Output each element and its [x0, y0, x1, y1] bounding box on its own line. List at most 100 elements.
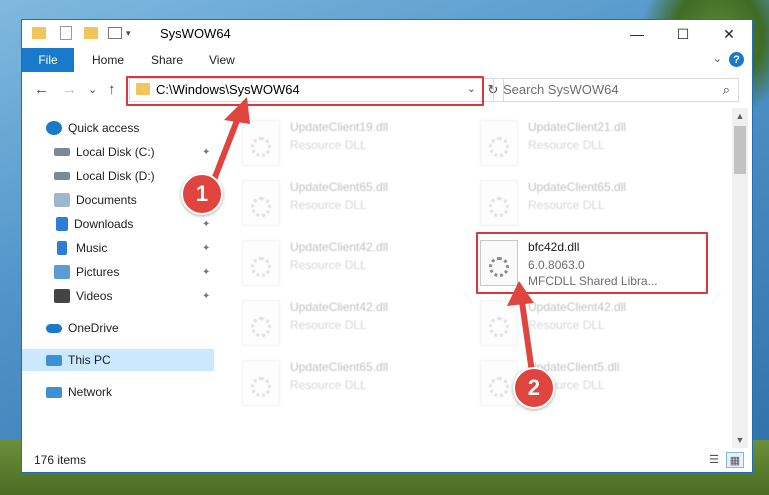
sidebar-item-documents[interactable]: Documents: [54, 189, 137, 211]
ribbon: File Home Share View ⌄ ?: [22, 48, 752, 73]
details-view-icon[interactable]: ☰: [706, 452, 722, 466]
file-name: UpdateClient21.dll: [528, 120, 627, 134]
navigation-pane: Quick access Local Disk (C:) ✦ Local Dis…: [22, 108, 214, 448]
step-2-callout: 2: [513, 367, 555, 409]
expand-ribbon-icon[interactable]: ⌄: [713, 52, 722, 65]
sidebar-item-this-pc[interactable]: This PC: [22, 349, 214, 371]
file-name: UpdateClient42.dll: [528, 300, 627, 314]
gear-icon: [489, 377, 509, 397]
file-tile[interactable]: UpdateClient65.dll Resource DLL: [242, 356, 462, 408]
gear-icon: [489, 317, 509, 337]
forward-button[interactable]: →: [62, 81, 77, 98]
gear-icon: [251, 197, 271, 217]
dll-file-icon: [480, 120, 518, 166]
pin-icon[interactable]: ✦: [202, 219, 210, 230]
close-button[interactable]: ✕: [706, 20, 752, 48]
sidebar-item-local-disk-d[interactable]: Local Disk (D:): [54, 165, 155, 187]
file-name: UpdateClient65.dll: [290, 360, 389, 374]
step-1-callout: 1: [181, 173, 223, 215]
sidebar-item-label: This PC: [68, 353, 111, 367]
file-tile[interactable]: UpdateClient21.dll Resource DLL: [480, 116, 700, 168]
sidebar-item-label: Documents: [76, 193, 137, 207]
gear-icon: [489, 197, 509, 217]
scroll-up-icon[interactable]: ▲: [732, 108, 748, 124]
sidebar-item-quick-access[interactable]: Quick access: [46, 117, 139, 139]
tab-view[interactable]: View: [209, 53, 235, 67]
gear-icon: [251, 137, 271, 157]
navigation-bar: ← → ⌄ ↑ C:\Windows\SysWOW64 ⌄ ↻ Search S…: [22, 72, 752, 108]
pin-icon[interactable]: ✦: [202, 147, 210, 158]
sidebar-item-label: Music: [76, 241, 108, 255]
scroll-down-icon[interactable]: ▼: [732, 432, 748, 448]
vertical-scrollbar[interactable]: ▲ ▼: [732, 108, 748, 448]
sidebar-item-network[interactable]: Network: [46, 381, 112, 403]
gear-icon: [251, 317, 271, 337]
sidebar-item-label: Downloads: [74, 217, 134, 231]
star-icon: [46, 121, 62, 135]
search-icon: ⌕: [722, 82, 730, 97]
sidebar-item-downloads[interactable]: Downloads: [54, 213, 133, 235]
dll-file-icon: [242, 300, 280, 346]
toolbar-dropdown-icon[interactable]: ▾: [126, 28, 131, 44]
scroll-thumb[interactable]: [734, 126, 746, 174]
file-tile[interactable]: UpdateClient42.dll Resource DLL: [480, 296, 700, 348]
customize-toolbar-icon[interactable]: [108, 27, 122, 39]
file-type: Resource DLL: [290, 258, 367, 272]
sidebar-item-pictures[interactable]: Pictures: [54, 261, 119, 283]
pin-icon[interactable]: ✦: [202, 267, 210, 278]
sidebar-item-onedrive[interactable]: OneDrive: [46, 317, 119, 339]
file-tile[interactable]: UpdateClient19.dll Resource DLL: [242, 116, 462, 168]
tab-share[interactable]: Share: [151, 53, 183, 67]
back-button[interactable]: ←: [34, 81, 49, 98]
dll-file-icon: [480, 180, 518, 226]
file-highlight-box: [476, 232, 708, 294]
search-input[interactable]: Search SysWOW64: [503, 82, 619, 97]
sidebar-item-label: Pictures: [76, 265, 120, 279]
help-icon[interactable]: ?: [729, 52, 744, 67]
dll-file-icon: [242, 120, 280, 166]
pin-icon[interactable]: ✦: [202, 291, 210, 302]
sidebar-item-music[interactable]: Music: [54, 237, 107, 259]
file-type: Resource DLL: [290, 198, 367, 212]
file-type: Resource DLL: [290, 318, 367, 332]
sidebar-item-videos[interactable]: Videos: [54, 285, 112, 307]
minimize-button[interactable]: —: [614, 20, 660, 48]
tab-file[interactable]: File: [22, 48, 74, 72]
pictures-icon: [54, 265, 70, 279]
file-type: Resource DLL: [290, 138, 367, 152]
dll-file-icon: [480, 360, 518, 406]
dll-file-icon: [242, 180, 280, 226]
status-bar: 176 items ☰ ▦: [22, 448, 752, 472]
dll-file-icon: [242, 360, 280, 406]
pin-icon[interactable]: ✦: [202, 243, 210, 254]
file-name: UpdateClient42.dll: [290, 300, 389, 314]
sidebar-item-label: Local Disk (D:): [76, 169, 155, 183]
window-title: SysWOW64: [160, 26, 231, 41]
sidebar-item-local-disk-c[interactable]: Local Disk (C:): [54, 141, 155, 163]
tiles-view-icon[interactable]: ▦: [726, 452, 744, 468]
downloads-icon: [56, 217, 68, 231]
computer-icon: [46, 354, 62, 366]
new-folder-icon[interactable]: [84, 27, 98, 39]
gear-icon: [251, 377, 271, 397]
file-tile[interactable]: UpdateClient65.dll Resource DLL: [480, 176, 700, 228]
search-box[interactable]: Search SysWOW64 ⌕: [493, 78, 739, 102]
drive-icon: [54, 172, 70, 180]
cloud-icon: [46, 323, 62, 333]
documents-icon: [54, 193, 70, 207]
dll-file-icon: [242, 240, 280, 286]
sidebar-item-label: Network: [68, 385, 113, 399]
recent-locations-button[interactable]: ⌄: [88, 83, 97, 96]
file-tile[interactable]: UpdateClient65.dll Resource DLL: [242, 176, 462, 228]
file-tile[interactable]: UpdateClient42.dll Resource DLL: [242, 296, 462, 348]
sidebar-item-label: OneDrive: [68, 321, 119, 335]
file-name: UpdateClient65.dll: [528, 180, 627, 194]
file-tile[interactable]: UpdateClient42.dll Resource DLL: [242, 236, 462, 288]
up-button[interactable]: ↑: [108, 81, 116, 98]
explorer-window: ▾ SysWOW64 — ☐ ✕ File Home Share View ⌄ …: [22, 20, 752, 472]
tab-home[interactable]: Home: [92, 53, 124, 67]
properties-icon[interactable]: [60, 26, 72, 40]
maximize-button[interactable]: ☐: [660, 20, 706, 48]
file-name: UpdateClient42.dll: [290, 240, 389, 254]
gear-icon: [489, 137, 509, 157]
